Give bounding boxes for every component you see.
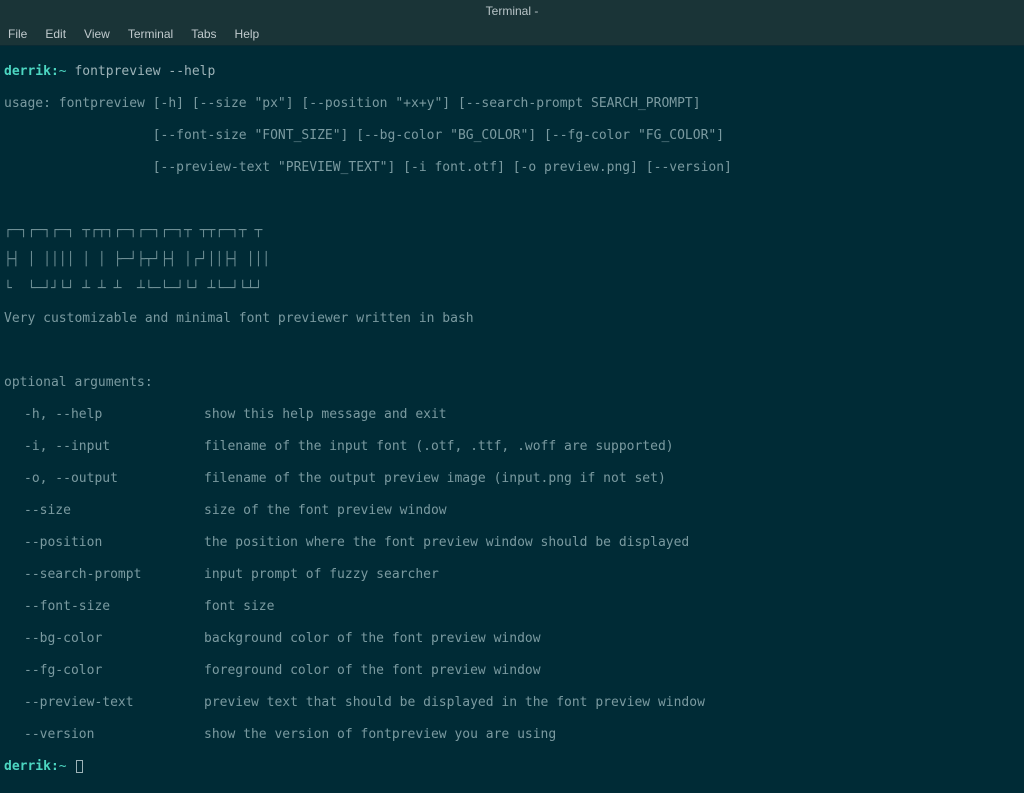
usage-line-2: [--font-size "FONT_SIZE"] [--bg-color "B… [4, 128, 1020, 144]
arg-row: --bg-colorbackground color of the font p… [4, 631, 1020, 647]
arg-desc: show this help message and exit [204, 407, 1020, 423]
arg-row: --fg-colorforeground color of the font p… [4, 663, 1020, 679]
arg-desc: foreground color of the font preview win… [204, 663, 1020, 679]
menubar: File Edit View Terminal Tabs Help [0, 22, 1024, 46]
arg-desc: font size [204, 599, 1020, 615]
arg-flag: --preview-text [4, 695, 204, 711]
arg-flag: --position [4, 535, 204, 551]
menu-file[interactable]: File [8, 27, 27, 41]
arg-row: --sizesize of the font preview window [4, 503, 1020, 519]
menu-edit[interactable]: Edit [45, 27, 66, 41]
tagline: Very customizable and minimal font previ… [4, 311, 1020, 327]
arg-desc: size of the font preview window [204, 503, 1020, 519]
menu-help[interactable]: Help [235, 27, 260, 41]
arg-desc: input prompt of fuzzy searcher [204, 567, 1020, 583]
arg-flag: --size [4, 503, 204, 519]
cursor-icon [76, 760, 83, 773]
arg-desc: filename of the input font (.otf, .ttf, … [204, 439, 1020, 455]
usage-line-1: usage: fontpreview [-h] [--size "px"] [-… [4, 96, 1020, 112]
terminal-body[interactable]: derrik:~ fontpreview --help usage: fontp… [0, 46, 1024, 793]
window-titlebar: Terminal - [0, 0, 1024, 22]
arg-row: -h, --helpshow this help message and exi… [4, 407, 1020, 423]
args-header: optional arguments: [4, 375, 1020, 391]
arg-desc: preview text that should be displayed in… [204, 695, 1020, 711]
prompt-host: derrik: [4, 759, 59, 774]
menu-tabs[interactable]: Tabs [191, 27, 216, 41]
arg-row: -i, --inputfilename of the input font (.… [4, 439, 1020, 455]
prompt-tilde: ~ [59, 759, 67, 774]
prompt-line-1: derrik:~ fontpreview --help [4, 64, 1020, 80]
arg-flag: --version [4, 727, 204, 743]
arg-desc: filename of the output preview image (in… [204, 471, 1020, 487]
usage-line-3: [--preview-text "PREVIEW_TEXT"] [-i font… [4, 160, 1020, 176]
arg-row: --search-promptinput prompt of fuzzy sea… [4, 567, 1020, 583]
menu-terminal[interactable]: Terminal [128, 27, 173, 41]
figlet-line-1: ┌─┐┌─┐┌─┐ ┬┌┬┐┌─┐┌─┐┌─┐┬ ┬┬┌─┐┬ ┬ [4, 224, 1020, 237]
arg-desc: background color of the font preview win… [204, 631, 1020, 647]
arg-flag: --font-size [4, 599, 204, 615]
arg-flag: -o, --output [4, 471, 204, 487]
prompt-host: derrik: [4, 64, 59, 79]
prompt-line-2: derrik:~ [4, 759, 1020, 775]
arg-desc: the position where the font preview wind… [204, 535, 1020, 551]
arg-row: --versionshow the version of fontpreview… [4, 727, 1020, 743]
arg-row: --font-sizefont size [4, 599, 1020, 615]
arg-row: --positionthe position where the font pr… [4, 535, 1020, 551]
arg-flag: --fg-color [4, 663, 204, 679]
arg-desc: show the version of fontpreview you are … [204, 727, 1020, 743]
figlet-line-2: ├┤ │ ││││ │ │ ├─┘├┬┘├┤ │┌┘││├┤ │││ [4, 253, 1020, 266]
arg-row: --preview-textpreview text that should b… [4, 695, 1020, 711]
arg-row: -o, --outputfilename of the output previ… [4, 471, 1020, 487]
entered-command: fontpreview --help [74, 64, 215, 79]
window-title: Terminal - [486, 4, 539, 18]
menu-view[interactable]: View [84, 27, 110, 41]
arg-flag: --search-prompt [4, 567, 204, 583]
arg-flag: -h, --help [4, 407, 204, 423]
prompt-tilde: ~ [59, 64, 67, 79]
figlet-line-3: └ └─┘┘└┘ ┴ ┴ ┴ ┴└─└─┘└┘ ┴└─┘└┴┘ [4, 282, 1020, 295]
arg-flag: -i, --input [4, 439, 204, 455]
arg-flag: --bg-color [4, 631, 204, 647]
